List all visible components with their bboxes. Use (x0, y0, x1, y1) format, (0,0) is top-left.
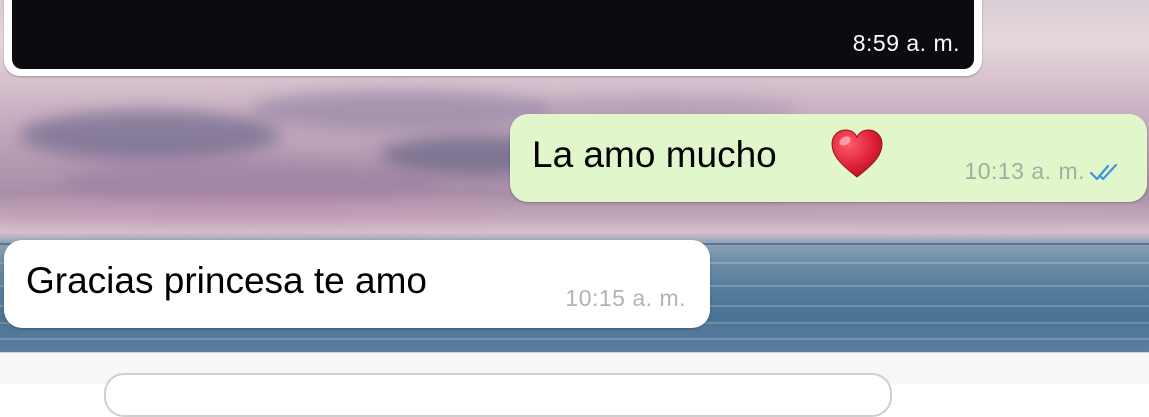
red-heart-emoji-icon (831, 129, 883, 178)
wallpaper-wave (0, 338, 1149, 340)
message-text: La amo mucho (532, 134, 777, 175)
message-text: Gracias princesa te amo (26, 260, 428, 301)
message-timestamp: 10:15 a. m. (565, 285, 686, 311)
wallpaper-cloud (250, 90, 550, 130)
wallpaper-cloud (0, 195, 500, 225)
outgoing-message-bubble[interactable]: La amo mucho 10:13 a. m. (510, 114, 1147, 202)
double-check-read-icon (1089, 163, 1118, 181)
message-timestamp: 10:13 a. m. (964, 158, 1085, 184)
message-input[interactable] (104, 373, 892, 417)
video-thumbnail[interactable]: 8:59 a. m. (12, 0, 974, 69)
message-timestamp: 8:59 a. m. (852, 30, 960, 56)
incoming-message-bubble[interactable]: Gracias princesa te amo 10:15 a. m. (4, 240, 710, 328)
message-input-bar (0, 352, 1149, 417)
video-message-bubble[interactable]: 8:59 a. m. (4, 0, 982, 76)
wallpaper-cloud (20, 110, 280, 160)
